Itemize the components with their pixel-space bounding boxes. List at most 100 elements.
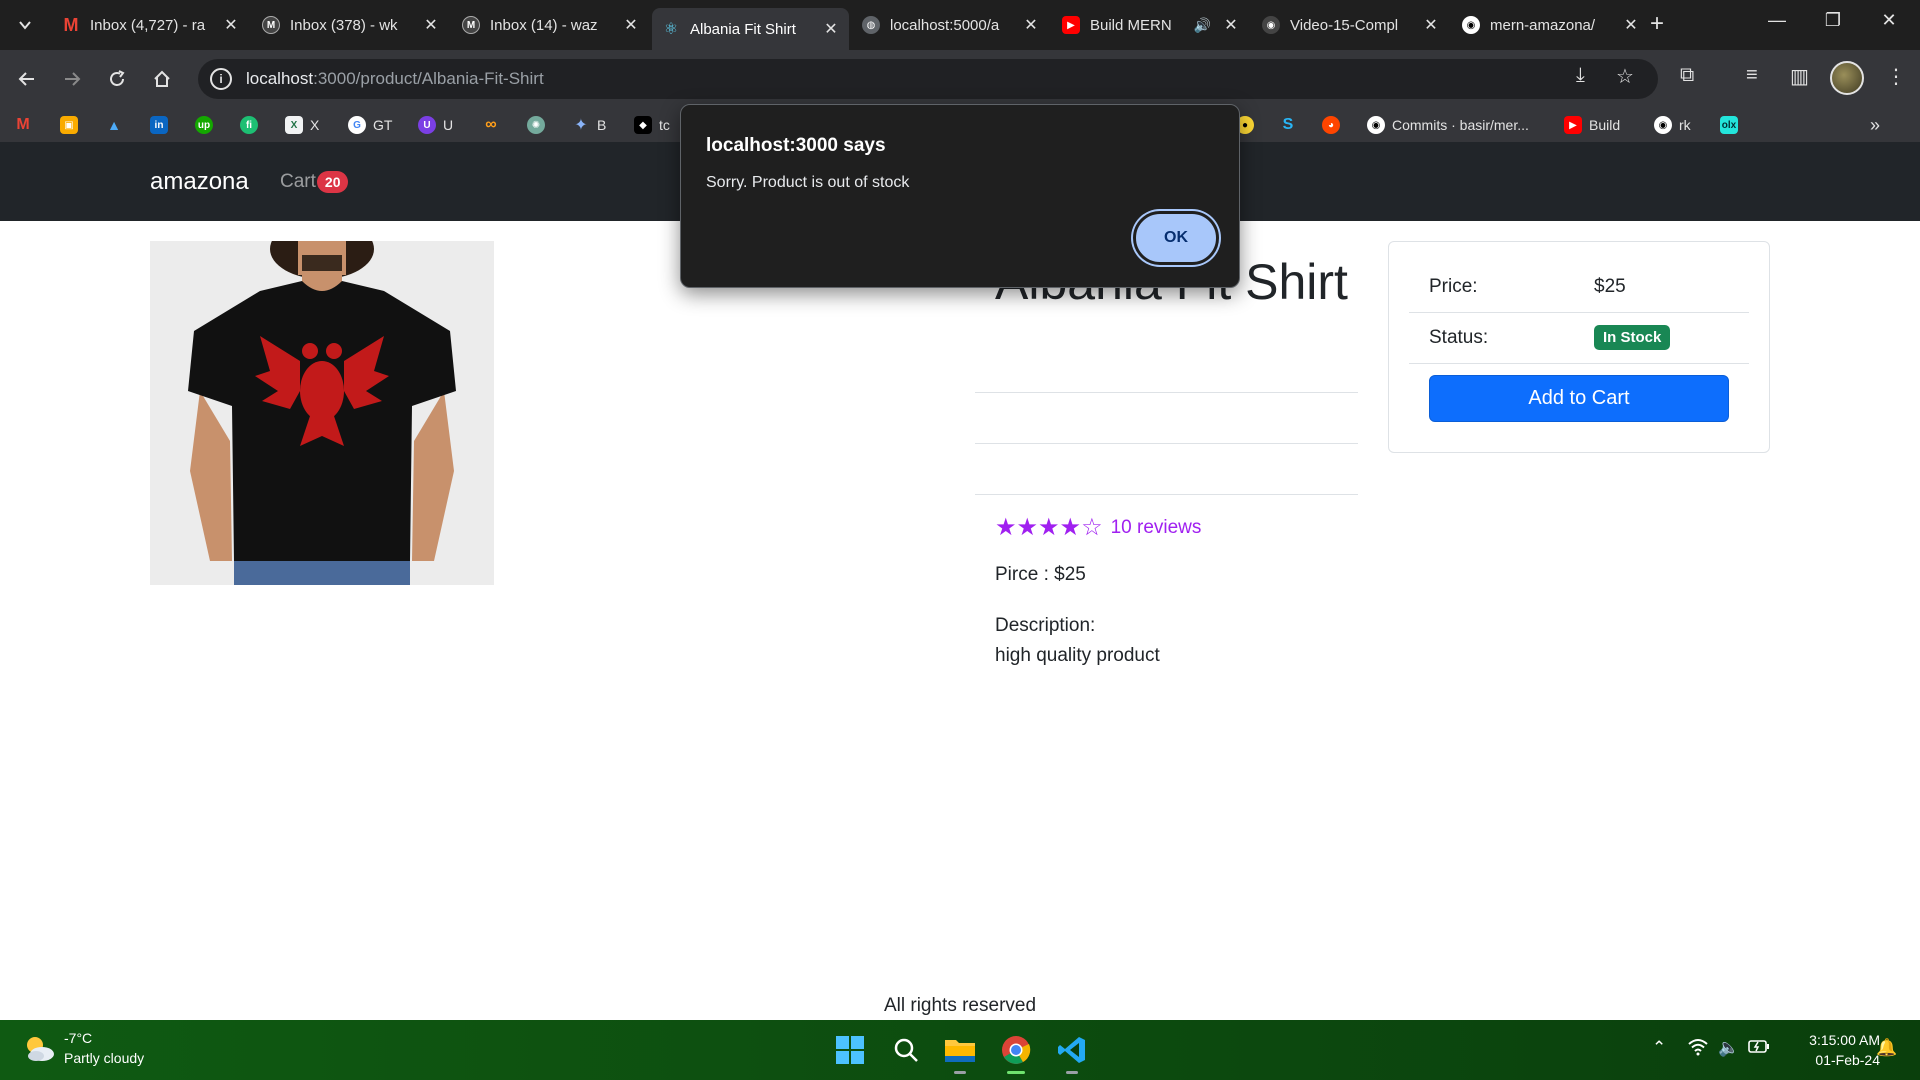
- bookmark-item[interactable]: G GT: [348, 114, 392, 136]
- bookmark-item[interactable]: ◆ tc: [634, 114, 670, 136]
- back-button[interactable]: [10, 62, 44, 96]
- new-tab-button[interactable]: +: [1650, 12, 1664, 36]
- bookmark-item[interactable]: ▣: [60, 114, 85, 136]
- volume-icon[interactable]: 🔈: [1718, 1038, 1739, 1058]
- tab-title: mern-amazona/: [1490, 16, 1596, 34]
- tab-youtube[interactable]: ▶ Build MERN 🔊 ✕: [1052, 8, 1249, 42]
- bookmark-item[interactable]: ▶ Build: [1564, 114, 1620, 136]
- github-icon: ◉: [1462, 16, 1480, 34]
- cart-link[interactable]: Cart 20: [280, 171, 349, 193]
- close-icon[interactable]: ✕: [623, 15, 639, 35]
- chevron-down-icon: [19, 21, 31, 30]
- tab-video-15[interactable]: ◉ Video-15-Compl ✕: [1252, 8, 1449, 42]
- chrome-button[interactable]: [996, 1030, 1036, 1074]
- wifi-icon[interactable]: [1688, 1038, 1708, 1061]
- u-icon: U: [418, 116, 436, 134]
- bookmark-label: Commits · basir/mer...: [1392, 117, 1529, 133]
- close-icon[interactable]: ✕: [1223, 15, 1239, 35]
- arrow-right-icon: [65, 72, 81, 86]
- media-control-icon[interactable]: ≡: [1746, 64, 1758, 87]
- battery-icon[interactable]: [1748, 1038, 1770, 1059]
- bookmark-item[interactable]: up: [195, 114, 220, 136]
- weather-description[interactable]: Partly cloudy: [64, 1050, 144, 1066]
- bookmark-item[interactable]: ✺: [527, 114, 552, 136]
- close-icon[interactable]: ✕: [423, 15, 439, 35]
- file-explorer-button[interactable]: [940, 1030, 980, 1074]
- close-icon[interactable]: ✕: [223, 15, 239, 35]
- clock-time[interactable]: 3:15:00 AM: [1790, 1032, 1880, 1048]
- bookmark-item[interactable]: M: [14, 114, 39, 136]
- tab-title: localhost:5000/a: [890, 16, 1000, 34]
- bookmark-label: tc: [659, 117, 670, 133]
- close-icon[interactable]: ✕: [823, 19, 839, 39]
- bookmark-label: Build: [1589, 117, 1621, 133]
- bookmark-item[interactable]: XX: [285, 114, 319, 136]
- partly-cloudy-icon[interactable]: [22, 1032, 56, 1066]
- menu-kebab-icon[interactable]: ⋮: [1886, 64, 1906, 89]
- bookmark-label: rk: [1679, 117, 1691, 133]
- brand-link[interactable]: amazona: [150, 168, 249, 196]
- dialog-title: localhost:3000 says: [706, 135, 886, 156]
- info-icon[interactable]: i: [210, 68, 232, 90]
- home-button[interactable]: [145, 62, 179, 96]
- bookmark-item[interactable]: ◕: [1322, 114, 1347, 136]
- tab-title: Video-15-Compl: [1290, 16, 1399, 34]
- folder-icon: [945, 1040, 975, 1062]
- bookmark-star-icon[interactable]: ☆: [1616, 64, 1634, 89]
- olx-icon: olx: [1720, 116, 1738, 134]
- notification-bell-icon[interactable]: 🔔: [1876, 1038, 1897, 1058]
- bookmark-item[interactable]: ✦ B: [572, 114, 606, 136]
- start-button[interactable]: [830, 1030, 870, 1070]
- tab-mern-amazona[interactable]: ◉ mern-amazona/ ✕: [1452, 8, 1649, 42]
- bookmark-item[interactable]: ◉ Commits · basir/mer...: [1367, 114, 1529, 136]
- vscode-icon: [1058, 1037, 1085, 1063]
- bookmark-item[interactable]: ▲: [105, 114, 130, 136]
- show-hidden-icons-icon[interactable]: ⌃: [1652, 1038, 1666, 1058]
- bookmark-item[interactable]: S: [1279, 114, 1304, 136]
- add-to-cart-button[interactable]: Add to Cart: [1429, 375, 1729, 422]
- reload-button[interactable]: [100, 62, 134, 96]
- dialog-ok-button[interactable]: OK: [1133, 211, 1219, 265]
- vscode-button[interactable]: [1052, 1030, 1092, 1074]
- tab-search-button[interactable]: [10, 10, 40, 40]
- address-bar[interactable]: i localhost:3000/product/Albania-Fit-Shi…: [198, 59, 1658, 99]
- bookmark-item[interactable]: UU: [418, 114, 453, 136]
- speaker-icon[interactable]: 🔊: [1194, 17, 1211, 34]
- gmail-icon: M: [63, 14, 79, 35]
- drive-icon: ▲: [107, 117, 121, 133]
- forward-button[interactable]: [55, 62, 89, 96]
- clock-date[interactable]: 01-Feb-24: [1790, 1052, 1880, 1068]
- close-icon[interactable]: ✕: [1423, 15, 1439, 35]
- bookmark-label: GT: [373, 117, 393, 133]
- bookmark-item[interactable]: olx: [1720, 114, 1745, 136]
- tab-localhost-5000[interactable]: ◍ localhost:5000/a ✕: [852, 8, 1049, 42]
- price-value: $25: [1594, 276, 1626, 297]
- close-icon[interactable]: ✕: [1023, 15, 1039, 35]
- restore-button[interactable]: ❐: [1813, 10, 1853, 31]
- bookmark-item[interactable]: ∞: [482, 114, 507, 136]
- bookmarks-overflow-icon[interactable]: »: [1870, 114, 1880, 136]
- divider: [975, 443, 1358, 444]
- close-icon[interactable]: ✕: [1623, 15, 1639, 35]
- profile-avatar[interactable]: [1830, 61, 1864, 95]
- side-panel-icon[interactable]: ▥: [1790, 64, 1809, 89]
- search-button[interactable]: [886, 1030, 926, 1070]
- bookmark-item[interactable]: fi: [240, 114, 265, 136]
- extensions-icon[interactable]: ⧉: [1680, 64, 1694, 87]
- tab-gmail-1[interactable]: M Inbox (4,727) - ra ✕: [52, 8, 249, 42]
- tshirt-image: [150, 241, 494, 585]
- globe-icon: ◍: [862, 16, 880, 34]
- install-app-icon[interactable]: ⤓: [1576, 64, 1585, 87]
- weather-temperature[interactable]: -7°C: [64, 1030, 92, 1046]
- rating-stars-icon: ★★★★☆: [995, 514, 1103, 541]
- tab-gmail-3[interactable]: M Inbox (14) - waz ✕: [452, 8, 649, 42]
- bookmark-item[interactable]: in: [150, 114, 175, 136]
- cart-label: Cart: [280, 171, 316, 192]
- status-row: Status: In Stock: [1409, 313, 1749, 364]
- tab-albania-fit-shirt[interactable]: ⚛ Albania Fit Shirt ✕: [652, 8, 849, 50]
- product-rating: ★★★★☆ 10 reviews: [995, 513, 1201, 542]
- tab-gmail-2[interactable]: M Inbox (378) - wk ✕: [252, 8, 449, 42]
- bookmark-item[interactable]: ◉ rk: [1654, 114, 1691, 136]
- minimize-button[interactable]: —: [1757, 10, 1797, 31]
- window-close-button[interactable]: ✕: [1869, 10, 1909, 31]
